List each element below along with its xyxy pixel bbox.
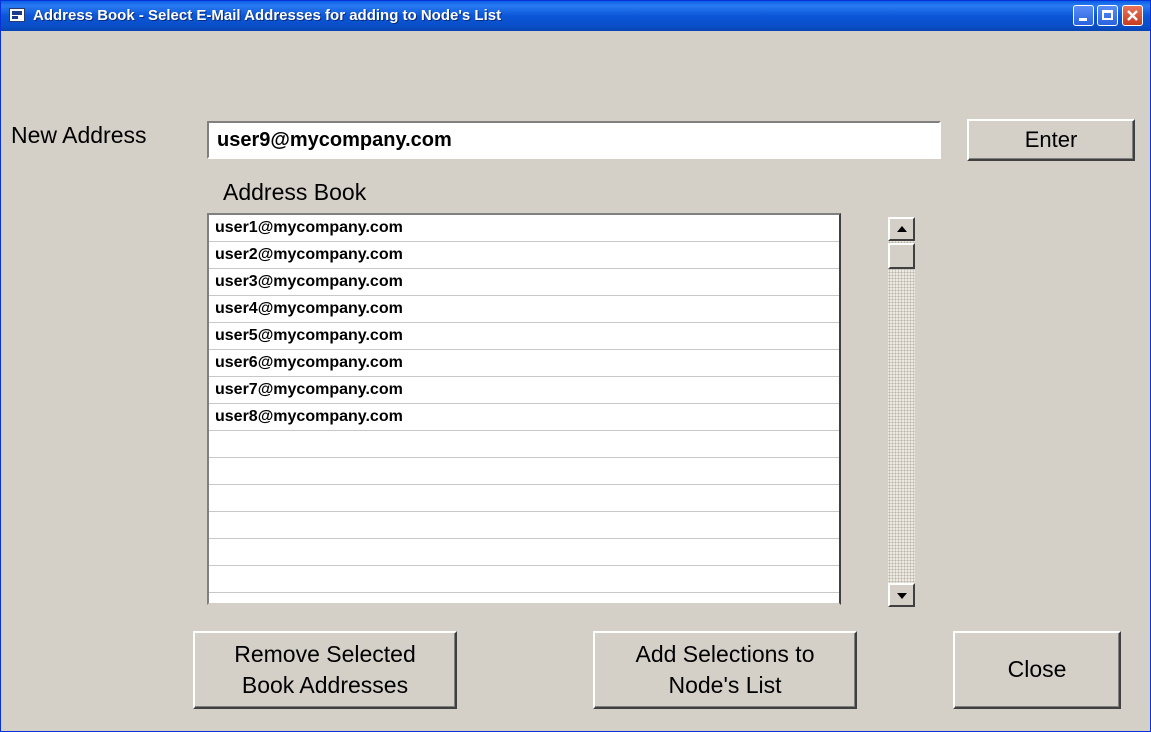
list-item[interactable]: user3@mycompany.com	[209, 269, 839, 296]
list-item[interactable]	[209, 566, 839, 593]
window-title: Address Book - Select E-Mail Addresses f…	[33, 7, 502, 24]
app-icon	[9, 8, 25, 22]
list-item[interactable]: user4@mycompany.com	[209, 296, 839, 323]
minimize-icon[interactable]	[1073, 5, 1094, 26]
scroll-down-arrow-icon	[897, 593, 907, 599]
add-selections-line2: Node's List	[668, 672, 782, 698]
list-item[interactable]	[209, 431, 839, 458]
new-address-input[interactable]	[207, 121, 941, 159]
new-address-label: New Address	[11, 122, 147, 148]
list-item[interactable]: user6@mycompany.com	[209, 350, 839, 377]
add-selections-line1: Add Selections to	[635, 640, 815, 667]
list-item[interactable]: user5@mycompany.com	[209, 323, 839, 350]
title-bar[interactable]: Address Book - Select E-Mail Addresses f…	[1, 1, 1150, 31]
list-item[interactable]	[209, 485, 839, 512]
remove-selected-line1: Remove Selected	[234, 640, 416, 667]
close-icon[interactable]	[1122, 5, 1143, 26]
close-button[interactable]: Close	[953, 631, 1121, 709]
list-item[interactable]: user1@mycompany.com	[209, 215, 839, 242]
address-book-window: Address Book - Select E-Mail Addresses f…	[0, 0, 1151, 732]
remove-selected-line2: Book Addresses	[241, 672, 409, 698]
address-book-scrollbar[interactable]	[888, 217, 915, 607]
maximize-icon[interactable]	[1097, 5, 1118, 26]
enter-button[interactable]: Enter	[967, 119, 1135, 161]
address-book-list[interactable]: user1@mycompany.com user2@mycompany.com us…	[207, 213, 841, 605]
list-item[interactable]: user7@mycompany.com	[209, 377, 839, 404]
scroll-up-arrow-icon	[897, 226, 907, 232]
scroll-down-button[interactable]	[888, 583, 915, 607]
scroll-up-button[interactable]	[888, 217, 915, 241]
list-item[interactable]	[209, 512, 839, 539]
list-item[interactable]	[209, 539, 839, 566]
remove-selected-button[interactable]: Remove Selected Book Addresses	[193, 631, 457, 709]
list-item[interactable]	[209, 458, 839, 485]
list-item[interactable]: user8@mycompany.com	[209, 404, 839, 431]
scroll-thumb[interactable]	[888, 243, 915, 269]
add-selections-button[interactable]: Add Selections to Node's List	[593, 631, 857, 709]
address-book-label: Address Book	[223, 179, 367, 205]
list-item[interactable]: user2@mycompany.com	[209, 242, 839, 269]
